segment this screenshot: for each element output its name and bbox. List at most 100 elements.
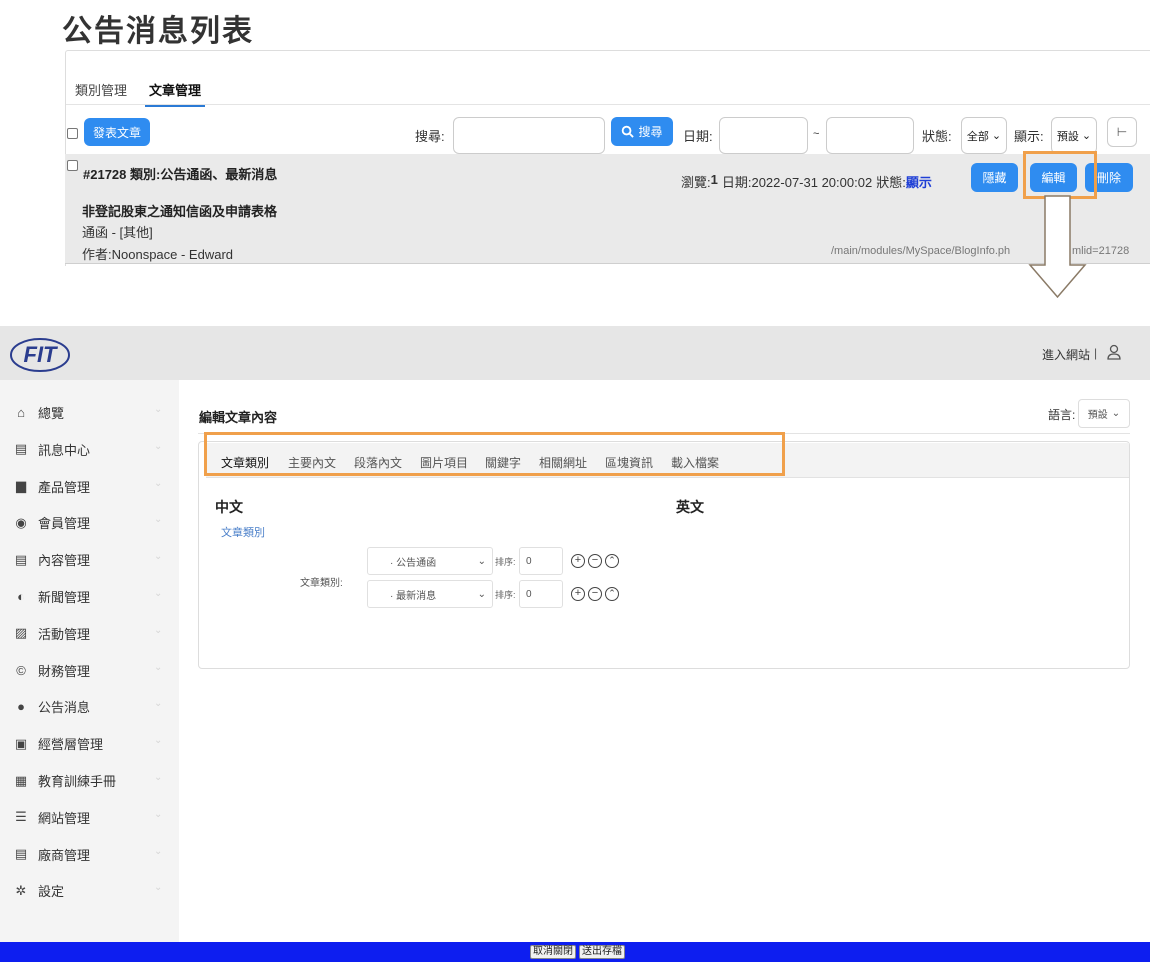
- article-meta: 瀏覽: 1 日期:2022-07-31 20:00:02 狀態: 顯示: [681, 172, 932, 191]
- sidebar-item-label: 廠商管理: [38, 847, 91, 863]
- status-meta-value[interactable]: 顯示: [906, 172, 932, 191]
- date-to-input[interactable]: [826, 117, 914, 154]
- remove-circle-icon[interactable]: −: [588, 587, 602, 601]
- sidebar-item[interactable]: ▣ 經營層管理: [14, 734, 103, 753]
- publish-article-button[interactable]: 發表文章: [84, 118, 150, 146]
- sidebar-item-label: 訊息中心: [38, 442, 91, 458]
- add-circle-icon[interactable]: +: [571, 587, 585, 601]
- status-label: 狀態:: [922, 129, 952, 144]
- category-select[interactable]: · 公告通函 ⌄: [367, 547, 493, 575]
- move-up-circle-icon[interactable]: ⌃: [605, 587, 619, 601]
- category-select-value: · 最新消息: [390, 590, 437, 602]
- article-title[interactable]: 非登記股東之通知信函及申請表格: [82, 201, 277, 220]
- chevron-down-icon: ⌄: [1081, 130, 1092, 142]
- date-separator: ~: [813, 128, 820, 140]
- article-author: 作者:Noonspace - Edward: [82, 247, 234, 262]
- chinese-column-title: 中文: [215, 499, 243, 515]
- sidebar-item-label: 教育訓練手冊: [38, 774, 117, 789]
- sidebar-item[interactable]: ✲ 設定: [14, 881, 64, 900]
- sidebar-item[interactable]: ▤ 內容管理: [14, 550, 90, 569]
- language-select[interactable]: 預設 ⌄: [1078, 399, 1130, 428]
- sidebar-item-label: 新聞管理: [38, 590, 91, 605]
- select-all-checkbox[interactable]: [67, 128, 78, 139]
- chevron-down-icon: ⌄: [154, 772, 163, 783]
- article-type: 通函 - [其他]: [82, 225, 153, 240]
- cancel-close-button[interactable]: 取消關閉: [530, 945, 576, 959]
- sort-input-value: 0: [526, 588, 532, 600]
- save-submit-button[interactable]: 送出存檔: [579, 945, 625, 959]
- display-select[interactable]: 預設 ⌄: [1051, 117, 1097, 154]
- sort-input[interactable]: 0: [519, 580, 563, 608]
- sort-icon: ⊢: [1116, 125, 1128, 139]
- search-input[interactable]: [453, 117, 605, 154]
- sidebar-item-label: 總覽: [38, 406, 65, 421]
- sidebar-item[interactable]: ● 公告消息: [14, 697, 90, 716]
- hide-button[interactable]: 隱藏: [971, 163, 1018, 192]
- category-select-value: · 公告通函: [390, 557, 437, 569]
- search-label: 搜尋:: [415, 129, 445, 144]
- category-select[interactable]: · 最新消息 ⌄: [367, 580, 493, 608]
- tab-article-manage[interactable]: 文章管理: [145, 80, 206, 107]
- member-icon: ◉: [15, 514, 27, 530]
- views-label: 瀏覽:: [681, 175, 711, 190]
- status-select[interactable]: 全部 ⌄: [961, 117, 1007, 154]
- sort-toggle-button[interactable]: ⊢: [1107, 117, 1137, 147]
- tab-category-manage[interactable]: 類別管理: [75, 80, 127, 107]
- fit-logo[interactable]: FIT: [8, 335, 72, 375]
- sidebar-item-label: 公告消息: [38, 700, 91, 716]
- sidebar-item[interactable]: ▤ 廠商管理: [14, 845, 90, 864]
- enter-site-link[interactable]: 進入網站: [1042, 346, 1090, 363]
- chevron-down-icon: ⌄: [154, 588, 163, 599]
- chevron-down-icon: ⌄: [154, 404, 163, 415]
- top-tabs: 類別管理 文章管理: [75, 80, 206, 107]
- language-select-value: 預設: [1087, 410, 1108, 421]
- sidebar-item-label: 網站管理: [38, 810, 91, 826]
- category-link[interactable]: 文章類別: [221, 524, 265, 540]
- date-label: 日期:: [683, 129, 713, 144]
- article-checkbox[interactable]: [67, 160, 78, 171]
- sort-input-value: 0: [526, 555, 532, 567]
- remove-circle-icon[interactable]: −: [588, 554, 602, 568]
- sidebar-item[interactable]: ▦ 教育訓練手冊: [14, 771, 116, 790]
- arrow-down-icon: [1028, 195, 1087, 299]
- sidebar-item[interactable]: ⌂ 總覽: [14, 403, 64, 422]
- sidebar-item[interactable]: ◐ 新聞管理: [14, 587, 90, 606]
- date-from-input[interactable]: [719, 117, 808, 154]
- home-icon: ⌂: [17, 405, 25, 420]
- manual-icon: ▦: [14, 772, 28, 788]
- sidebar-item[interactable]: ☰ 網站管理: [14, 808, 90, 827]
- sidebar-item[interactable]: ▨ 活動管理: [14, 624, 90, 643]
- vendor-icon: ▤: [14, 846, 28, 862]
- sidebar-item-label: 活動管理: [38, 626, 91, 642]
- sidebar-item-label: 設定: [38, 884, 65, 900]
- header-separator: |: [1094, 346, 1098, 360]
- move-up-circle-icon[interactable]: ⌃: [605, 554, 619, 568]
- sidebar-item[interactable]: ▤ 訊息中心: [14, 440, 90, 459]
- chevron-down-icon: ⌄: [154, 698, 163, 710]
- chevron-down-icon: ⌄: [477, 555, 486, 567]
- article-id-category: #21728 類別:公告通函、最新消息: [83, 167, 278, 182]
- sidebar-item[interactable]: ▆ 產品管理: [14, 477, 90, 496]
- display-label: 顯示:: [1014, 129, 1044, 144]
- search-button[interactable]: 搜尋: [611, 117, 673, 146]
- chevron-down-icon: ⌄: [154, 440, 163, 452]
- search-icon: [622, 125, 635, 138]
- add-circle-icon[interactable]: +: [571, 554, 585, 568]
- sort-input[interactable]: 0: [519, 547, 563, 575]
- chevron-down-icon: ⌄: [154, 477, 163, 489]
- chevron-down-icon: ⌄: [154, 514, 163, 526]
- chevron-down-icon: ⌄: [991, 130, 1002, 142]
- user-icon[interactable]: [1107, 344, 1121, 360]
- content-icon: ▤: [14, 551, 28, 567]
- page-title: 公告消息列表: [62, 15, 254, 48]
- english-column-title: 英文: [676, 499, 704, 515]
- sidebar-item[interactable]: ◉ 會員管理: [14, 513, 90, 532]
- status-meta-label: 狀態:: [876, 175, 906, 190]
- display-select-value: 預設: [1056, 130, 1079, 143]
- info-icon: ●: [17, 699, 25, 715]
- bag-icon: ▆: [16, 478, 26, 494]
- sidebar-item[interactable]: © 財務管理: [14, 661, 90, 680]
- sidebar-item-label: 財務管理: [38, 663, 91, 679]
- tabs-highlight-box: [204, 432, 785, 476]
- admin-header: [0, 326, 1150, 380]
